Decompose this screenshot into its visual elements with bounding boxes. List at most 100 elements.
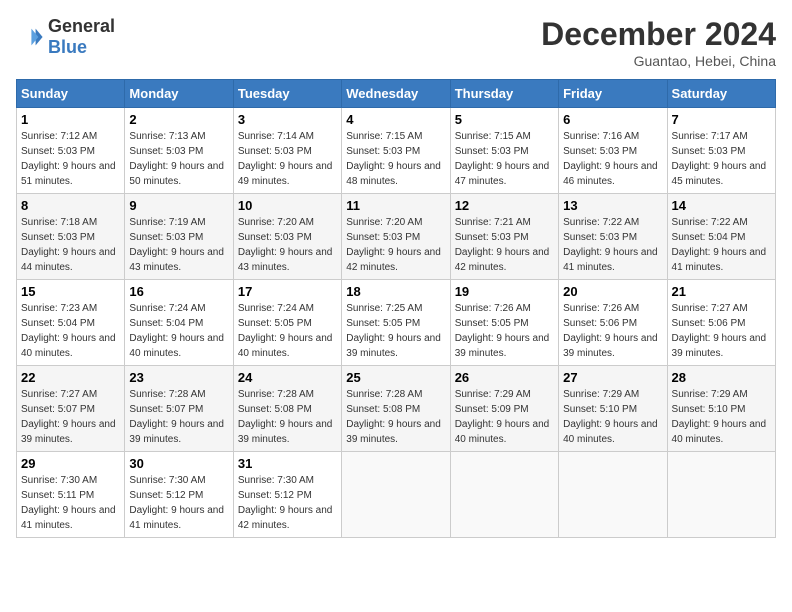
calendar-cell: 30 Sunrise: 7:30 AMSunset: 5:12 PMDaylig… bbox=[125, 452, 233, 538]
day-info: Sunrise: 7:22 AMSunset: 5:03 PMDaylight:… bbox=[563, 217, 658, 273]
day-number: 5 bbox=[455, 112, 554, 127]
day-number: 8 bbox=[21, 198, 120, 213]
day-info: Sunrise: 7:24 AMSunset: 5:04 PMDaylight:… bbox=[129, 303, 224, 359]
calendar-cell: 14 Sunrise: 7:22 AMSunset: 5:04 PMDaylig… bbox=[667, 194, 775, 280]
calendar-cell bbox=[342, 452, 450, 538]
calendar-cell: 21 Sunrise: 7:27 AMSunset: 5:06 PMDaylig… bbox=[667, 280, 775, 366]
day-info: Sunrise: 7:17 AMSunset: 5:03 PMDaylight:… bbox=[672, 131, 767, 187]
page-header: General Blue December 2024 Guantao, Hebe… bbox=[16, 16, 776, 69]
day-number: 27 bbox=[563, 370, 662, 385]
day-number: 22 bbox=[21, 370, 120, 385]
day-number: 21 bbox=[672, 284, 771, 299]
day-info: Sunrise: 7:30 AMSunset: 5:11 PMDaylight:… bbox=[21, 475, 116, 531]
day-number: 4 bbox=[346, 112, 445, 127]
col-saturday: Saturday bbox=[667, 80, 775, 108]
day-info: Sunrise: 7:27 AMSunset: 5:06 PMDaylight:… bbox=[672, 303, 767, 359]
day-info: Sunrise: 7:24 AMSunset: 5:05 PMDaylight:… bbox=[238, 303, 333, 359]
day-info: Sunrise: 7:14 AMSunset: 5:03 PMDaylight:… bbox=[238, 131, 333, 187]
calendar-cell: 2 Sunrise: 7:13 AMSunset: 5:03 PMDayligh… bbox=[125, 108, 233, 194]
calendar-cell: 4 Sunrise: 7:15 AMSunset: 5:03 PMDayligh… bbox=[342, 108, 450, 194]
calendar-cell: 25 Sunrise: 7:28 AMSunset: 5:08 PMDaylig… bbox=[342, 366, 450, 452]
day-number: 15 bbox=[21, 284, 120, 299]
day-info: Sunrise: 7:30 AMSunset: 5:12 PMDaylight:… bbox=[129, 475, 224, 531]
day-number: 17 bbox=[238, 284, 337, 299]
day-number: 1 bbox=[21, 112, 120, 127]
col-sunday: Sunday bbox=[17, 80, 125, 108]
calendar-cell: 5 Sunrise: 7:15 AMSunset: 5:03 PMDayligh… bbox=[450, 108, 558, 194]
calendar-cell: 31 Sunrise: 7:30 AMSunset: 5:12 PMDaylig… bbox=[233, 452, 341, 538]
calendar-table: Sunday Monday Tuesday Wednesday Thursday… bbox=[16, 79, 776, 538]
calendar-cell: 20 Sunrise: 7:26 AMSunset: 5:06 PMDaylig… bbox=[559, 280, 667, 366]
calendar-cell: 10 Sunrise: 7:20 AMSunset: 5:03 PMDaylig… bbox=[233, 194, 341, 280]
day-number: 25 bbox=[346, 370, 445, 385]
day-number: 3 bbox=[238, 112, 337, 127]
day-info: Sunrise: 7:19 AMSunset: 5:03 PMDaylight:… bbox=[129, 217, 224, 273]
calendar-cell: 29 Sunrise: 7:30 AMSunset: 5:11 PMDaylig… bbox=[17, 452, 125, 538]
calendar-cell bbox=[450, 452, 558, 538]
calendar-cell: 22 Sunrise: 7:27 AMSunset: 5:07 PMDaylig… bbox=[17, 366, 125, 452]
col-wednesday: Wednesday bbox=[342, 80, 450, 108]
col-friday: Friday bbox=[559, 80, 667, 108]
day-info: Sunrise: 7:25 AMSunset: 5:05 PMDaylight:… bbox=[346, 303, 441, 359]
day-info: Sunrise: 7:30 AMSunset: 5:12 PMDaylight:… bbox=[238, 475, 333, 531]
day-info: Sunrise: 7:27 AMSunset: 5:07 PMDaylight:… bbox=[21, 389, 116, 445]
day-number: 24 bbox=[238, 370, 337, 385]
calendar-cell: 28 Sunrise: 7:29 AMSunset: 5:10 PMDaylig… bbox=[667, 366, 775, 452]
calendar-cell: 11 Sunrise: 7:20 AMSunset: 5:03 PMDaylig… bbox=[342, 194, 450, 280]
logo-general: General bbox=[48, 16, 115, 36]
day-info: Sunrise: 7:29 AMSunset: 5:10 PMDaylight:… bbox=[563, 389, 658, 445]
calendar-header-row: Sunday Monday Tuesday Wednesday Thursday… bbox=[17, 80, 776, 108]
col-tuesday: Tuesday bbox=[233, 80, 341, 108]
day-number: 29 bbox=[21, 456, 120, 471]
day-number: 7 bbox=[672, 112, 771, 127]
calendar-cell bbox=[667, 452, 775, 538]
calendar-cell: 1 Sunrise: 7:12 AMSunset: 5:03 PMDayligh… bbox=[17, 108, 125, 194]
day-number: 19 bbox=[455, 284, 554, 299]
calendar-cell: 15 Sunrise: 7:23 AMSunset: 5:04 PMDaylig… bbox=[17, 280, 125, 366]
day-info: Sunrise: 7:28 AMSunset: 5:08 PMDaylight:… bbox=[346, 389, 441, 445]
calendar-cell: 8 Sunrise: 7:18 AMSunset: 5:03 PMDayligh… bbox=[17, 194, 125, 280]
day-number: 10 bbox=[238, 198, 337, 213]
calendar-cell: 3 Sunrise: 7:14 AMSunset: 5:03 PMDayligh… bbox=[233, 108, 341, 194]
day-info: Sunrise: 7:12 AMSunset: 5:03 PMDaylight:… bbox=[21, 131, 116, 187]
calendar-cell bbox=[559, 452, 667, 538]
calendar-week-row: 29 Sunrise: 7:30 AMSunset: 5:11 PMDaylig… bbox=[17, 452, 776, 538]
day-number: 2 bbox=[129, 112, 228, 127]
day-number: 28 bbox=[672, 370, 771, 385]
title-block: December 2024 Guantao, Hebei, China bbox=[541, 16, 776, 69]
calendar-cell: 17 Sunrise: 7:24 AMSunset: 5:05 PMDaylig… bbox=[233, 280, 341, 366]
day-info: Sunrise: 7:20 AMSunset: 5:03 PMDaylight:… bbox=[238, 217, 333, 273]
calendar-week-row: 15 Sunrise: 7:23 AMSunset: 5:04 PMDaylig… bbox=[17, 280, 776, 366]
day-info: Sunrise: 7:29 AMSunset: 5:09 PMDaylight:… bbox=[455, 389, 550, 445]
day-info: Sunrise: 7:22 AMSunset: 5:04 PMDaylight:… bbox=[672, 217, 767, 273]
day-number: 13 bbox=[563, 198, 662, 213]
calendar-cell: 16 Sunrise: 7:24 AMSunset: 5:04 PMDaylig… bbox=[125, 280, 233, 366]
col-monday: Monday bbox=[125, 80, 233, 108]
calendar-cell: 12 Sunrise: 7:21 AMSunset: 5:03 PMDaylig… bbox=[450, 194, 558, 280]
calendar-cell: 24 Sunrise: 7:28 AMSunset: 5:08 PMDaylig… bbox=[233, 366, 341, 452]
calendar-week-row: 8 Sunrise: 7:18 AMSunset: 5:03 PMDayligh… bbox=[17, 194, 776, 280]
day-info: Sunrise: 7:26 AMSunset: 5:05 PMDaylight:… bbox=[455, 303, 550, 359]
day-info: Sunrise: 7:16 AMSunset: 5:03 PMDaylight:… bbox=[563, 131, 658, 187]
logo-blue: Blue bbox=[48, 37, 87, 57]
day-number: 20 bbox=[563, 284, 662, 299]
day-info: Sunrise: 7:28 AMSunset: 5:07 PMDaylight:… bbox=[129, 389, 224, 445]
calendar-cell: 9 Sunrise: 7:19 AMSunset: 5:03 PMDayligh… bbox=[125, 194, 233, 280]
logo: General Blue bbox=[16, 16, 115, 58]
day-info: Sunrise: 7:15 AMSunset: 5:03 PMDaylight:… bbox=[346, 131, 441, 187]
calendar-week-row: 1 Sunrise: 7:12 AMSunset: 5:03 PMDayligh… bbox=[17, 108, 776, 194]
calendar-week-row: 22 Sunrise: 7:27 AMSunset: 5:07 PMDaylig… bbox=[17, 366, 776, 452]
calendar-cell: 7 Sunrise: 7:17 AMSunset: 5:03 PMDayligh… bbox=[667, 108, 775, 194]
calendar-cell: 27 Sunrise: 7:29 AMSunset: 5:10 PMDaylig… bbox=[559, 366, 667, 452]
day-number: 18 bbox=[346, 284, 445, 299]
day-number: 30 bbox=[129, 456, 228, 471]
day-number: 9 bbox=[129, 198, 228, 213]
logo-icon bbox=[16, 23, 44, 51]
day-info: Sunrise: 7:21 AMSunset: 5:03 PMDaylight:… bbox=[455, 217, 550, 273]
day-info: Sunrise: 7:28 AMSunset: 5:08 PMDaylight:… bbox=[238, 389, 333, 445]
day-number: 26 bbox=[455, 370, 554, 385]
calendar-cell: 6 Sunrise: 7:16 AMSunset: 5:03 PMDayligh… bbox=[559, 108, 667, 194]
calendar-cell: 13 Sunrise: 7:22 AMSunset: 5:03 PMDaylig… bbox=[559, 194, 667, 280]
day-info: Sunrise: 7:15 AMSunset: 5:03 PMDaylight:… bbox=[455, 131, 550, 187]
day-info: Sunrise: 7:23 AMSunset: 5:04 PMDaylight:… bbox=[21, 303, 116, 359]
